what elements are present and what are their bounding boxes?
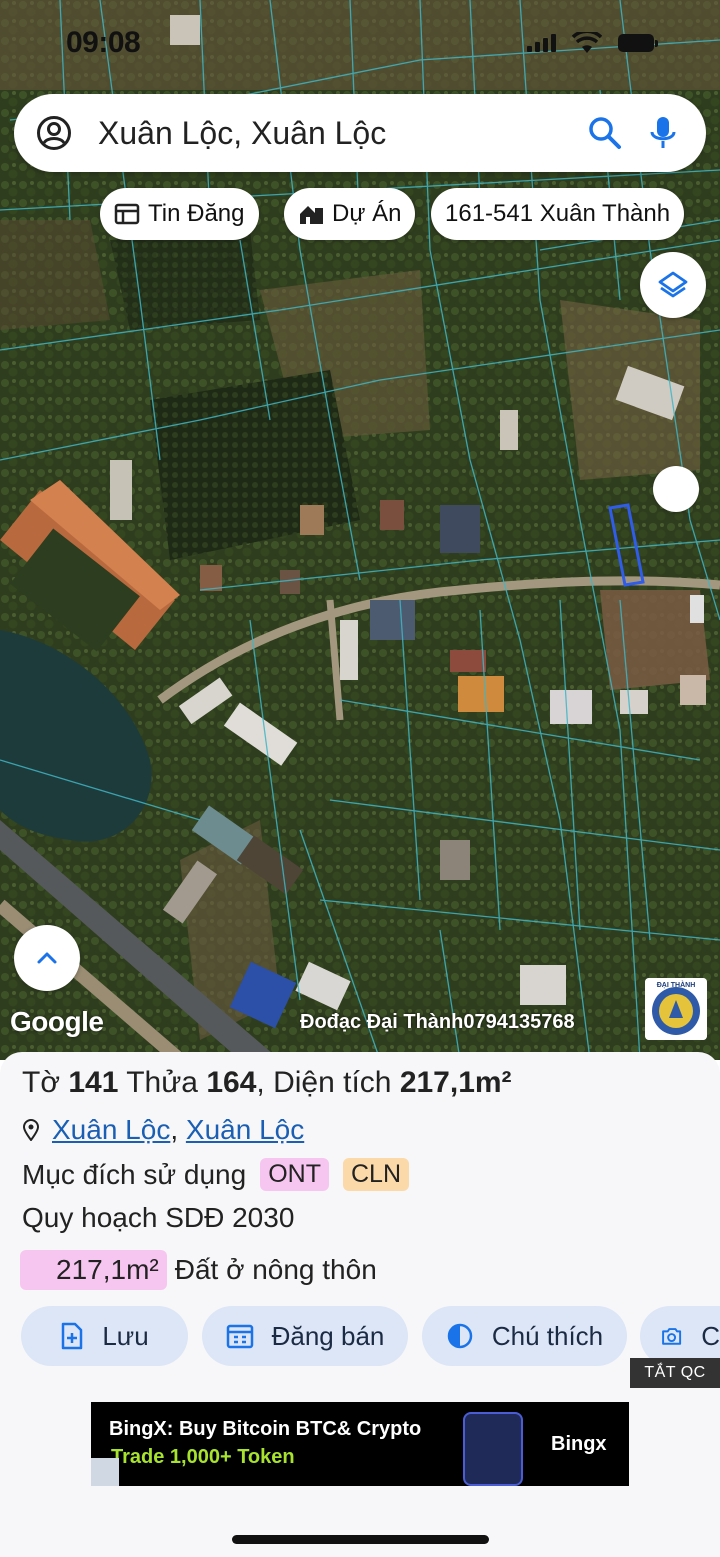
location-separator: , <box>170 1114 186 1145</box>
layers-button[interactable] <box>640 252 706 318</box>
land-area-badge: 217,1m² <box>20 1250 167 1290</box>
calendar-icon <box>226 1324 253 1349</box>
home-indicator[interactable] <box>232 1535 489 1544</box>
parcel-info-panel: Tờ 141 Thửa 164, Diện tích 217,1m² Xuân … <box>0 1052 720 1557</box>
wifi-icon <box>572 32 602 53</box>
layers-icon <box>658 271 688 298</box>
camera-icon <box>662 1328 682 1345</box>
post-sale-button[interactable]: Đăng bán <box>202 1306 408 1366</box>
land-type-row: 217,1m² Đất ở nông thôn <box>20 1250 377 1290</box>
search-bar[interactable]: Xuân Lộc, Xuân Lộc <box>14 94 706 172</box>
sheet-label: Tờ <box>22 1066 60 1099</box>
chip-tin-dang[interactable]: Tin Đăng <box>100 188 259 240</box>
slider-handle[interactable] <box>653 466 699 512</box>
save-add-icon <box>62 1322 83 1350</box>
close-ad-button[interactable]: TẮT QC <box>630 1358 720 1388</box>
ad-choices-icon[interactable] <box>91 1458 119 1486</box>
land-type-label: Đất ở nông thôn <box>174 1254 377 1285</box>
save-button[interactable]: Lưu <box>21 1306 188 1366</box>
chip-label: Tin Đăng <box>148 200 245 227</box>
search-icon[interactable] <box>588 116 622 150</box>
status-icons <box>527 32 658 54</box>
location-link-commune[interactable]: Xuân Lộc <box>52 1114 170 1146</box>
camera-label: C <box>701 1320 720 1351</box>
chip-label: 161-541 Xuân Thành <box>445 200 671 227</box>
building-icon <box>300 206 323 224</box>
location-pin-icon <box>22 1119 40 1141</box>
chevron-up-icon <box>37 952 57 964</box>
svg-text:ĐẠI THÀNH: ĐẠI THÀNH <box>657 980 696 989</box>
area-label: Diện tích <box>273 1066 392 1099</box>
phone-illustration <box>463 1412 523 1486</box>
map-watermark: Đođạc Đại Thành0794135768 <box>300 1011 575 1033</box>
parcel-location: Xuân Lộc, Xuân Lộc <box>22 1114 304 1146</box>
chip-address[interactable]: 161-541 Xuân Thành <box>431 188 685 240</box>
map-view[interactable]: 09:08 Xuân Lộc, Xuân Lộc Tin Đăng Dự Án … <box>0 0 720 1060</box>
battery-icon <box>618 34 658 52</box>
chip-du-an[interactable]: Dự Án <box>284 188 416 240</box>
ad-brand: Bingx <box>551 1433 607 1455</box>
microphone-icon[interactable] <box>648 115 678 151</box>
sheet-number: 141 <box>68 1066 119 1099</box>
status-time: 09:08 <box>66 26 141 59</box>
ad-line-1: BingX: Buy Bitcoin BTC& Crypto <box>109 1418 422 1440</box>
location-link-district[interactable]: Xuân Lộc <box>186 1114 304 1146</box>
area-value: 217,1m² <box>399 1066 512 1099</box>
expand-up-button[interactable] <box>14 925 80 991</box>
purpose-tag-ont: ONT <box>260 1158 329 1191</box>
dai-thanh-logo: ĐẠI THÀNH <box>645 978 707 1040</box>
contrast-icon <box>447 1323 473 1349</box>
listing-icon <box>114 203 140 225</box>
purpose-tag-cln: CLN <box>342 1158 409 1191</box>
chip-label: Dự Án <box>332 200 402 227</box>
plot-number: 164 <box>206 1066 257 1099</box>
legend-label: Chú thích <box>491 1320 604 1351</box>
account-icon[interactable] <box>36 115 72 151</box>
legend-button[interactable]: Chú thích <box>422 1306 627 1366</box>
comma: , <box>256 1066 265 1099</box>
cellular-signal-icon <box>527 34 556 52</box>
ad-line-2: Trade 1,000+ Token <box>111 1446 295 1468</box>
camera-button[interactable]: C <box>640 1306 720 1366</box>
parcel-title: Tờ 141 Thửa 164, Diện tích 217,1m² <box>22 1066 512 1100</box>
ad-banner[interactable]: BingX: Buy Bitcoin BTC& Crypto Trade 1,0… <box>91 1402 629 1486</box>
purpose-label: Mục đích sử dụng <box>22 1158 247 1190</box>
plot-label: Thửa <box>126 1066 198 1099</box>
save-label: Lưu <box>102 1320 149 1351</box>
land-use-purpose: Mục đích sử dụng ONT CLN <box>22 1158 409 1191</box>
post-sale-label: Đăng bán <box>271 1320 385 1351</box>
google-attribution: Google <box>10 1006 104 1037</box>
planning-label: Quy hoạch SDĐ 2030 <box>22 1202 295 1233</box>
search-input[interactable]: Xuân Lộc, Xuân Lộc <box>98 115 588 152</box>
